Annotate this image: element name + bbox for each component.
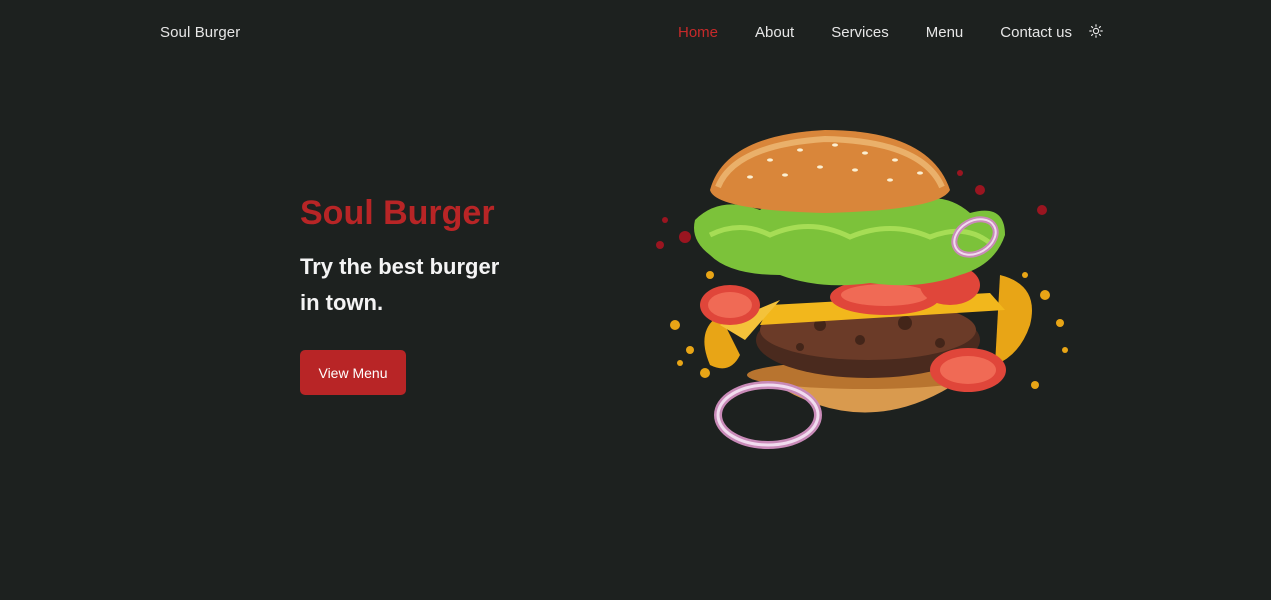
hero-subtitle: Try the best burger in town. (300, 249, 560, 321)
view-menu-button[interactable]: View Menu (300, 350, 406, 395)
brand-logo[interactable]: Soul Burger (160, 24, 240, 41)
burger-illustration (650, 125, 1080, 460)
main-nav: Home About Services Menu Contact us (678, 23, 1104, 41)
nav-contact-us[interactable]: Contact us (1000, 24, 1072, 41)
sun-icon[interactable] (1088, 23, 1104, 39)
nav-menu[interactable]: Menu (926, 24, 964, 41)
nav-services[interactable]: Services (831, 24, 889, 41)
nav-home[interactable]: Home (678, 24, 718, 41)
page: Soul Burger Home About Services Menu Con… (0, 0, 1271, 600)
hero-subtitle-line2: in town. (300, 290, 384, 315)
nav-about[interactable]: About (755, 24, 794, 41)
hero-title: Soul Burger (300, 194, 495, 232)
hero-subtitle-line1: Try the best burger (300, 254, 500, 279)
